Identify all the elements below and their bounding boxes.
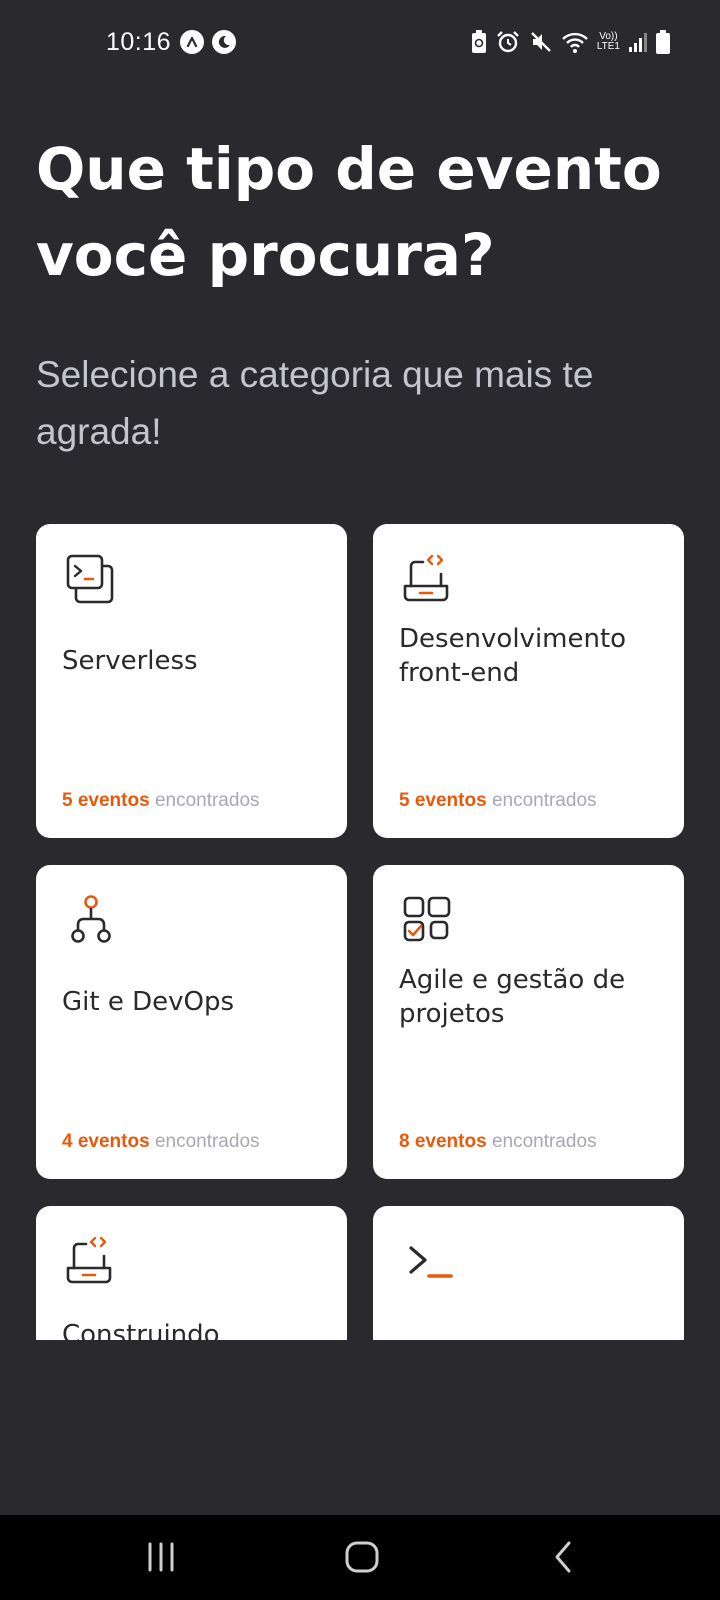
back-button[interactable]	[533, 1535, 593, 1579]
category-card-frontend[interactable]: Desenvolvimento front-end 5 eventos enco…	[373, 524, 684, 838]
category-card-construindo[interactable]: Construindo	[36, 1206, 347, 1340]
page-title: Que tipo de evento você procura?	[36, 135, 662, 289]
category-title: Construindo	[62, 1320, 220, 1340]
home-icon	[345, 1541, 379, 1573]
category-card-git-devops[interactable]: Git e DevOps 4 eventos encontrados	[36, 865, 347, 1179]
alarm-icon	[496, 31, 519, 53]
category-event-count: 5 eventos encontrados	[62, 790, 260, 811]
status-time: 10:16	[106, 28, 172, 56]
category-title: Git e DevOps	[62, 987, 235, 1017]
back-icon	[555, 1541, 571, 1573]
laptop-code-icon	[66, 1236, 112, 1284]
navigation-bar	[0, 1515, 720, 1600]
category-card-agile[interactable]: Agile e gestão de projetos 8 eventos enc…	[373, 865, 684, 1179]
moon-icon	[212, 30, 236, 54]
mute-icon	[530, 32, 551, 52]
home-button[interactable]	[332, 1535, 392, 1579]
recent-apps-button[interactable]	[131, 1535, 191, 1579]
navigation-icon	[180, 30, 204, 54]
terminal-prompt-icon	[409, 1246, 453, 1278]
category-list[interactable]: Serverless 5 eventos encontrados Desenvo…	[36, 524, 684, 1340]
task-grid-icon	[403, 896, 451, 942]
battery-saver-icon	[471, 30, 486, 53]
category-card-terminal[interactable]	[373, 1206, 684, 1340]
wifi-icon	[561, 32, 588, 53]
laptop-code-icon	[403, 554, 449, 602]
category-title: Serverless	[62, 646, 198, 676]
network-type: Vo)) LTE1	[596, 31, 620, 52]
category-title: Agile e gestão de projetos	[399, 965, 626, 1029]
signal-icon	[629, 33, 647, 52]
category-event-count: 5 eventos encontrados	[399, 790, 597, 811]
category-event-count: 8 eventos encontrados	[399, 1131, 597, 1152]
status-bar: 10:16 Vo)) LTE1	[0, 0, 720, 88]
recent-apps-icon	[148, 1542, 174, 1572]
category-event-count: 4 eventos encontrados	[62, 1131, 260, 1152]
category-grid: Serverless 5 eventos encontrados Desenvo…	[36, 524, 684, 1340]
category-card-serverless[interactable]: Serverless 5 eventos encontrados	[36, 524, 347, 838]
battery-icon	[656, 30, 670, 54]
category-title: Desenvolvimento front-end	[399, 624, 627, 688]
page-subtitle: Selecione a categoria que mais te agrada…	[36, 354, 594, 452]
git-branch-icon	[71, 895, 111, 943]
terminal-window-icon	[66, 554, 114, 604]
